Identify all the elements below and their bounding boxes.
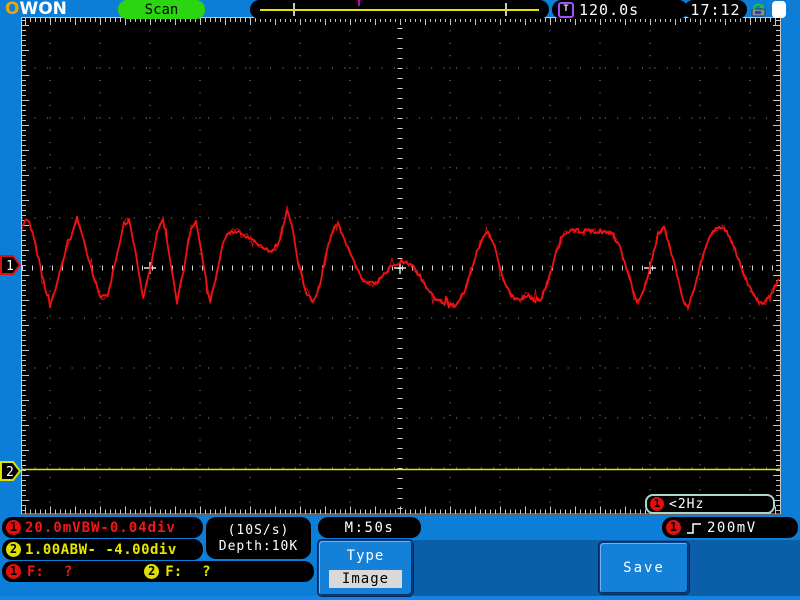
logo-rest: WON xyxy=(19,0,66,19)
svg-text:1: 1 xyxy=(6,259,14,274)
horizontal-trigger-readout: T 120.0s xyxy=(552,0,688,19)
rising-edge-icon xyxy=(686,521,702,535)
timebase-readout: M:50s xyxy=(318,517,421,538)
clock: 17:12 xyxy=(684,0,747,19)
ch2-badge: 2 xyxy=(144,564,159,579)
ch1-freq-value: ? xyxy=(64,564,72,580)
sample-rate: (10S/s) xyxy=(228,523,290,538)
save-softkey-button[interactable]: Save xyxy=(599,542,689,594)
oscilloscope-screen: OWON Scan T T 120.0s 17:12 1 2 xyxy=(0,0,800,600)
ch2-position-marker[interactable]: 2 xyxy=(0,460,22,482)
ch1-scale-position: 20.0mVBW-0.04div xyxy=(25,520,176,536)
timebase-value: M:50s xyxy=(345,520,395,536)
record-window-start-marker xyxy=(293,3,295,16)
trigger-source-badge: 1 xyxy=(666,520,681,535)
ch1-position-marker[interactable]: 1 xyxy=(0,254,22,276)
type-softkey-button[interactable]: Type Image xyxy=(318,540,413,596)
ch1-readout: 1 20.0mVBW-0.04div xyxy=(2,517,203,538)
memory-depth: Depth:10K xyxy=(219,539,298,554)
bottom-strip xyxy=(0,596,800,600)
frequency-counter-badge: 1 <2Hz xyxy=(645,494,775,514)
svg-text:2: 2 xyxy=(6,465,14,480)
ch1-badge: 1 xyxy=(6,564,21,579)
bottom-bar: 1 20.0mVBW-0.04div 2 1.00ABW- -4.00div (… xyxy=(0,515,800,600)
frequency-value: <2Hz xyxy=(669,497,704,512)
trigger-level-value: 200mV xyxy=(707,520,757,536)
record-line xyxy=(260,9,539,11)
battery-indicator xyxy=(772,1,786,18)
record-window-end-marker xyxy=(505,3,507,16)
usb-storage-icon xyxy=(749,2,768,18)
trigger-position-marker: T xyxy=(356,0,362,9)
trigger-t-icon: T xyxy=(558,2,574,18)
ch2-badge: 2 xyxy=(6,542,21,557)
logo-o: O xyxy=(5,0,19,19)
trigger-level-readout: 1 200mV xyxy=(662,517,798,538)
sample-rate-readout: (10S/s) Depth:10K xyxy=(206,517,311,559)
ch1-freq-label: F: xyxy=(27,564,44,580)
graticule xyxy=(21,17,781,515)
type-button-title: Type xyxy=(319,548,412,564)
top-bar: OWON Scan T T 120.0s 17:12 xyxy=(0,0,800,19)
ch2-freq-label: F: xyxy=(165,564,182,580)
ch2-freq-value: ? xyxy=(202,564,210,580)
ch2-scale-position: 1.00ABW- -4.00div xyxy=(25,542,177,558)
owon-logo: OWON xyxy=(5,0,67,19)
acquisition-mode-badge: Scan xyxy=(118,0,205,19)
acquisition-mode-label: Scan xyxy=(145,2,179,18)
ch1-badge: 1 xyxy=(6,520,21,535)
record-position-bar: T xyxy=(250,0,549,19)
trigger-time-value: 120.0s xyxy=(579,1,639,19)
ch1-badge: 1 xyxy=(650,497,664,511)
ch2-readout: 2 1.00ABW- -4.00div xyxy=(2,539,203,560)
type-button-value[interactable]: Image xyxy=(329,570,402,588)
frequency-readouts: 1 F: ? 2 F: ? xyxy=(2,561,314,582)
